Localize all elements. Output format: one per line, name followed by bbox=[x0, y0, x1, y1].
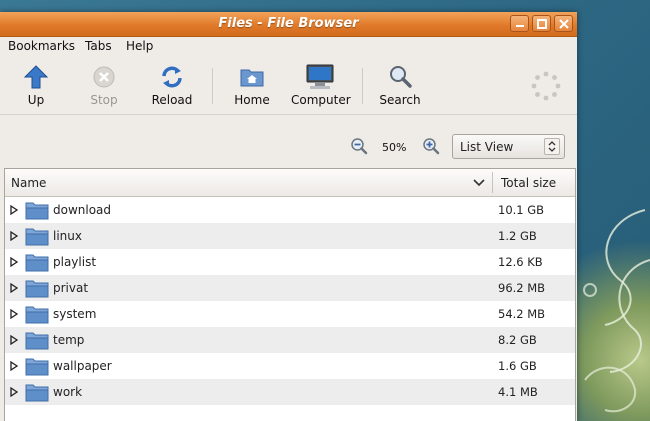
list-item[interactable]: system 54.2 MB bbox=[5, 301, 575, 327]
close-icon bbox=[559, 19, 569, 29]
zoom-level: 50% bbox=[382, 141, 407, 154]
maximize-icon bbox=[537, 19, 547, 29]
item-total-size: 1.6 GB bbox=[498, 359, 537, 373]
stop-label: Stop bbox=[90, 93, 118, 107]
title-bar[interactable]: Files - File Browser bbox=[0, 12, 577, 37]
column-divider[interactable] bbox=[492, 172, 493, 193]
item-name: temp bbox=[53, 333, 85, 347]
file-list: Name Total size download 10.1 GB linux 1.2 … bbox=[4, 168, 576, 421]
list-item[interactable]: linux 1.2 GB bbox=[5, 223, 575, 249]
view-mode-select[interactable]: List View bbox=[452, 134, 565, 159]
list-item[interactable]: work 4.1 MB bbox=[5, 379, 575, 405]
item-name: wallpaper bbox=[53, 359, 112, 373]
computer-icon bbox=[306, 64, 334, 89]
expander-triangle-icon[interactable] bbox=[9, 309, 19, 319]
home-folder-icon bbox=[240, 69, 264, 87]
expander-triangle-icon[interactable] bbox=[9, 387, 19, 397]
up-down-chevron-icon bbox=[548, 141, 556, 152]
expander-triangle-icon[interactable] bbox=[9, 361, 19, 371]
list-item[interactable]: download 10.1 GB bbox=[5, 197, 575, 223]
expander-triangle-icon[interactable] bbox=[9, 231, 19, 241]
view-mode-value: List View bbox=[460, 140, 514, 154]
column-header-total-size[interactable]: Total size bbox=[501, 176, 556, 190]
folder-icon bbox=[25, 384, 49, 402]
up-arrow-icon bbox=[23, 65, 49, 89]
item-total-size: 10.1 GB bbox=[498, 203, 545, 217]
item-total-size: 1.2 GB bbox=[498, 229, 537, 243]
expander-triangle-icon[interactable] bbox=[9, 283, 19, 293]
computer-label: Computer bbox=[291, 93, 351, 107]
folder-icon bbox=[25, 254, 49, 272]
close-button[interactable] bbox=[554, 15, 573, 32]
folder-icon bbox=[25, 280, 49, 298]
search-button[interactable]: Search bbox=[378, 64, 422, 107]
up-label: Up bbox=[27, 93, 45, 107]
expander-triangle-icon[interactable] bbox=[9, 335, 19, 345]
folder-icon bbox=[25, 358, 49, 376]
wallpaper-swirl bbox=[583, 209, 650, 413]
expander-triangle-icon[interactable] bbox=[9, 205, 19, 215]
item-name: linux bbox=[53, 229, 82, 243]
list-item[interactable]: temp 8.2 GB bbox=[5, 327, 575, 353]
menu-tabs[interactable]: Tabs bbox=[85, 39, 112, 53]
item-total-size: 4.1 MB bbox=[498, 385, 538, 399]
search-icon bbox=[390, 66, 412, 88]
maximize-button[interactable] bbox=[532, 15, 551, 32]
folder-icon bbox=[25, 332, 49, 350]
folder-icon bbox=[25, 306, 49, 324]
item-total-size: 12.6 KB bbox=[498, 255, 543, 269]
file-browser-window: Files - File Browser Bookmarks Tabs Help bbox=[0, 12, 577, 421]
window-title: Files - File Browser bbox=[218, 16, 359, 31]
list-header: Name Total size bbox=[5, 169, 575, 197]
item-total-size: 96.2 MB bbox=[498, 281, 546, 295]
minimize-button[interactable] bbox=[510, 15, 529, 32]
stop-icon bbox=[93, 66, 115, 88]
computer-button[interactable]: Computer bbox=[291, 64, 351, 107]
item-name: download bbox=[53, 203, 112, 217]
item-total-size: 54.2 MB bbox=[498, 307, 546, 321]
stop-button[interactable]: Stop bbox=[86, 64, 122, 107]
home-label: Home bbox=[234, 93, 270, 107]
reload-label: Reload bbox=[151, 93, 193, 107]
menu-bar: Bookmarks Tabs Help bbox=[0, 37, 577, 57]
search-label: Search bbox=[379, 93, 421, 107]
zoom-bar: 50% List View bbox=[0, 115, 577, 165]
menu-help[interactable]: Help bbox=[126, 39, 153, 53]
list-item[interactable]: wallpaper 1.6 GB bbox=[5, 353, 575, 379]
up-button[interactable]: Up bbox=[18, 64, 54, 107]
column-header-name[interactable]: Name bbox=[11, 176, 46, 190]
list-item[interactable]: playlist 12.6 KB bbox=[5, 249, 575, 275]
item-name: work bbox=[53, 385, 83, 399]
item-name: playlist bbox=[53, 255, 97, 269]
zoom-out-icon[interactable] bbox=[350, 137, 368, 155]
sort-chevron-down-icon[interactable] bbox=[473, 178, 485, 188]
toolbar-separator bbox=[212, 68, 213, 104]
toolbar-separator bbox=[362, 68, 363, 104]
menu-bookmarks[interactable]: Bookmarks bbox=[8, 39, 75, 53]
item-name: system bbox=[53, 307, 97, 321]
minimize-icon bbox=[516, 25, 524, 27]
item-total-size: 8.2 GB bbox=[498, 333, 537, 347]
zoom-in-icon[interactable] bbox=[422, 137, 440, 155]
expander-triangle-icon[interactable] bbox=[9, 257, 19, 267]
folder-icon bbox=[25, 228, 49, 246]
toolbar: Up Stop Reload Home Computer Search bbox=[0, 58, 577, 115]
dropdown-arrow bbox=[544, 138, 560, 155]
reload-icon bbox=[162, 66, 182, 88]
activity-spinner-icon bbox=[531, 71, 561, 101]
reload-button[interactable]: Reload bbox=[150, 64, 194, 107]
list-item[interactable]: privat 96.2 MB bbox=[5, 275, 575, 301]
folder-icon bbox=[25, 202, 49, 220]
item-name: privat bbox=[53, 281, 89, 295]
home-button[interactable]: Home bbox=[232, 64, 272, 107]
